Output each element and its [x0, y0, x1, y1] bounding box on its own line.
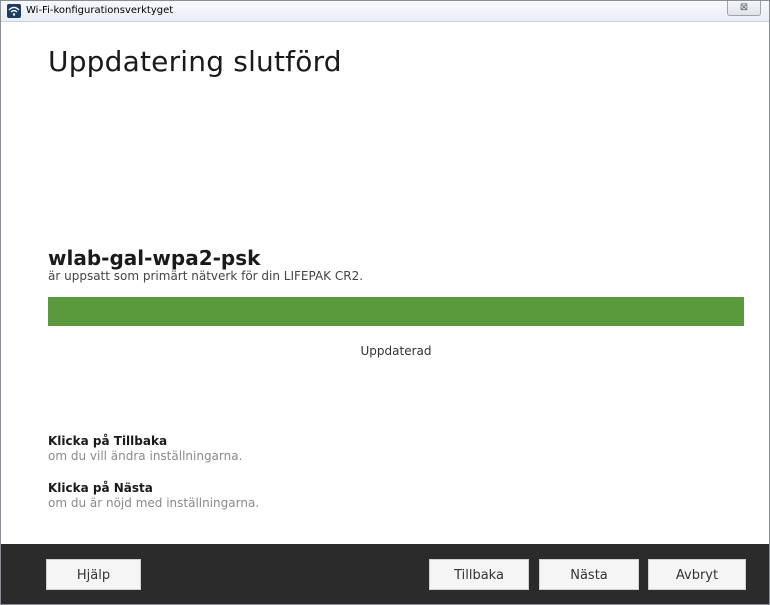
progress-fill [48, 297, 744, 326]
footer-bar: Hjälp Tillbaka Nästa Avbryt [1, 544, 769, 604]
back-button[interactable]: Tillbaka [429, 559, 529, 590]
close-button[interactable]: ⊠ [727, 1, 761, 16]
network-description: är uppsatt som primärt nätverk för din L… [48, 269, 364, 283]
window-title: Wi-Fi-konfigurationsverktyget [26, 5, 174, 16]
wifi-icon [7, 4, 21, 18]
page-title: Uppdatering slutförd [48, 45, 342, 78]
cancel-button[interactable]: Avbryt [648, 559, 746, 590]
config-window: Wi-Fi-konfigurationsverktyget ⊠ Uppdater… [0, 0, 770, 605]
title-bar[interactable]: Wi-Fi-konfigurationsverktyget ⊠ [1, 1, 769, 22]
network-name: wlab-gal-wpa2-psk [48, 246, 261, 270]
instruction-next-title: Klicka på Nästa [48, 481, 153, 495]
help-button[interactable]: Hjälp [46, 559, 141, 590]
instruction-next-sub: om du är nöjd med inställningarna. [48, 496, 260, 510]
next-button[interactable]: Nästa [539, 559, 639, 590]
close-icon: ⊠ [739, 2, 749, 13]
progress-status: Uppdaterad [360, 344, 432, 358]
progress-bar [48, 297, 744, 326]
instruction-back-title: Klicka på Tillbaka [48, 434, 168, 448]
instruction-back-sub: om du vill ändra inställningarna. [48, 449, 243, 463]
